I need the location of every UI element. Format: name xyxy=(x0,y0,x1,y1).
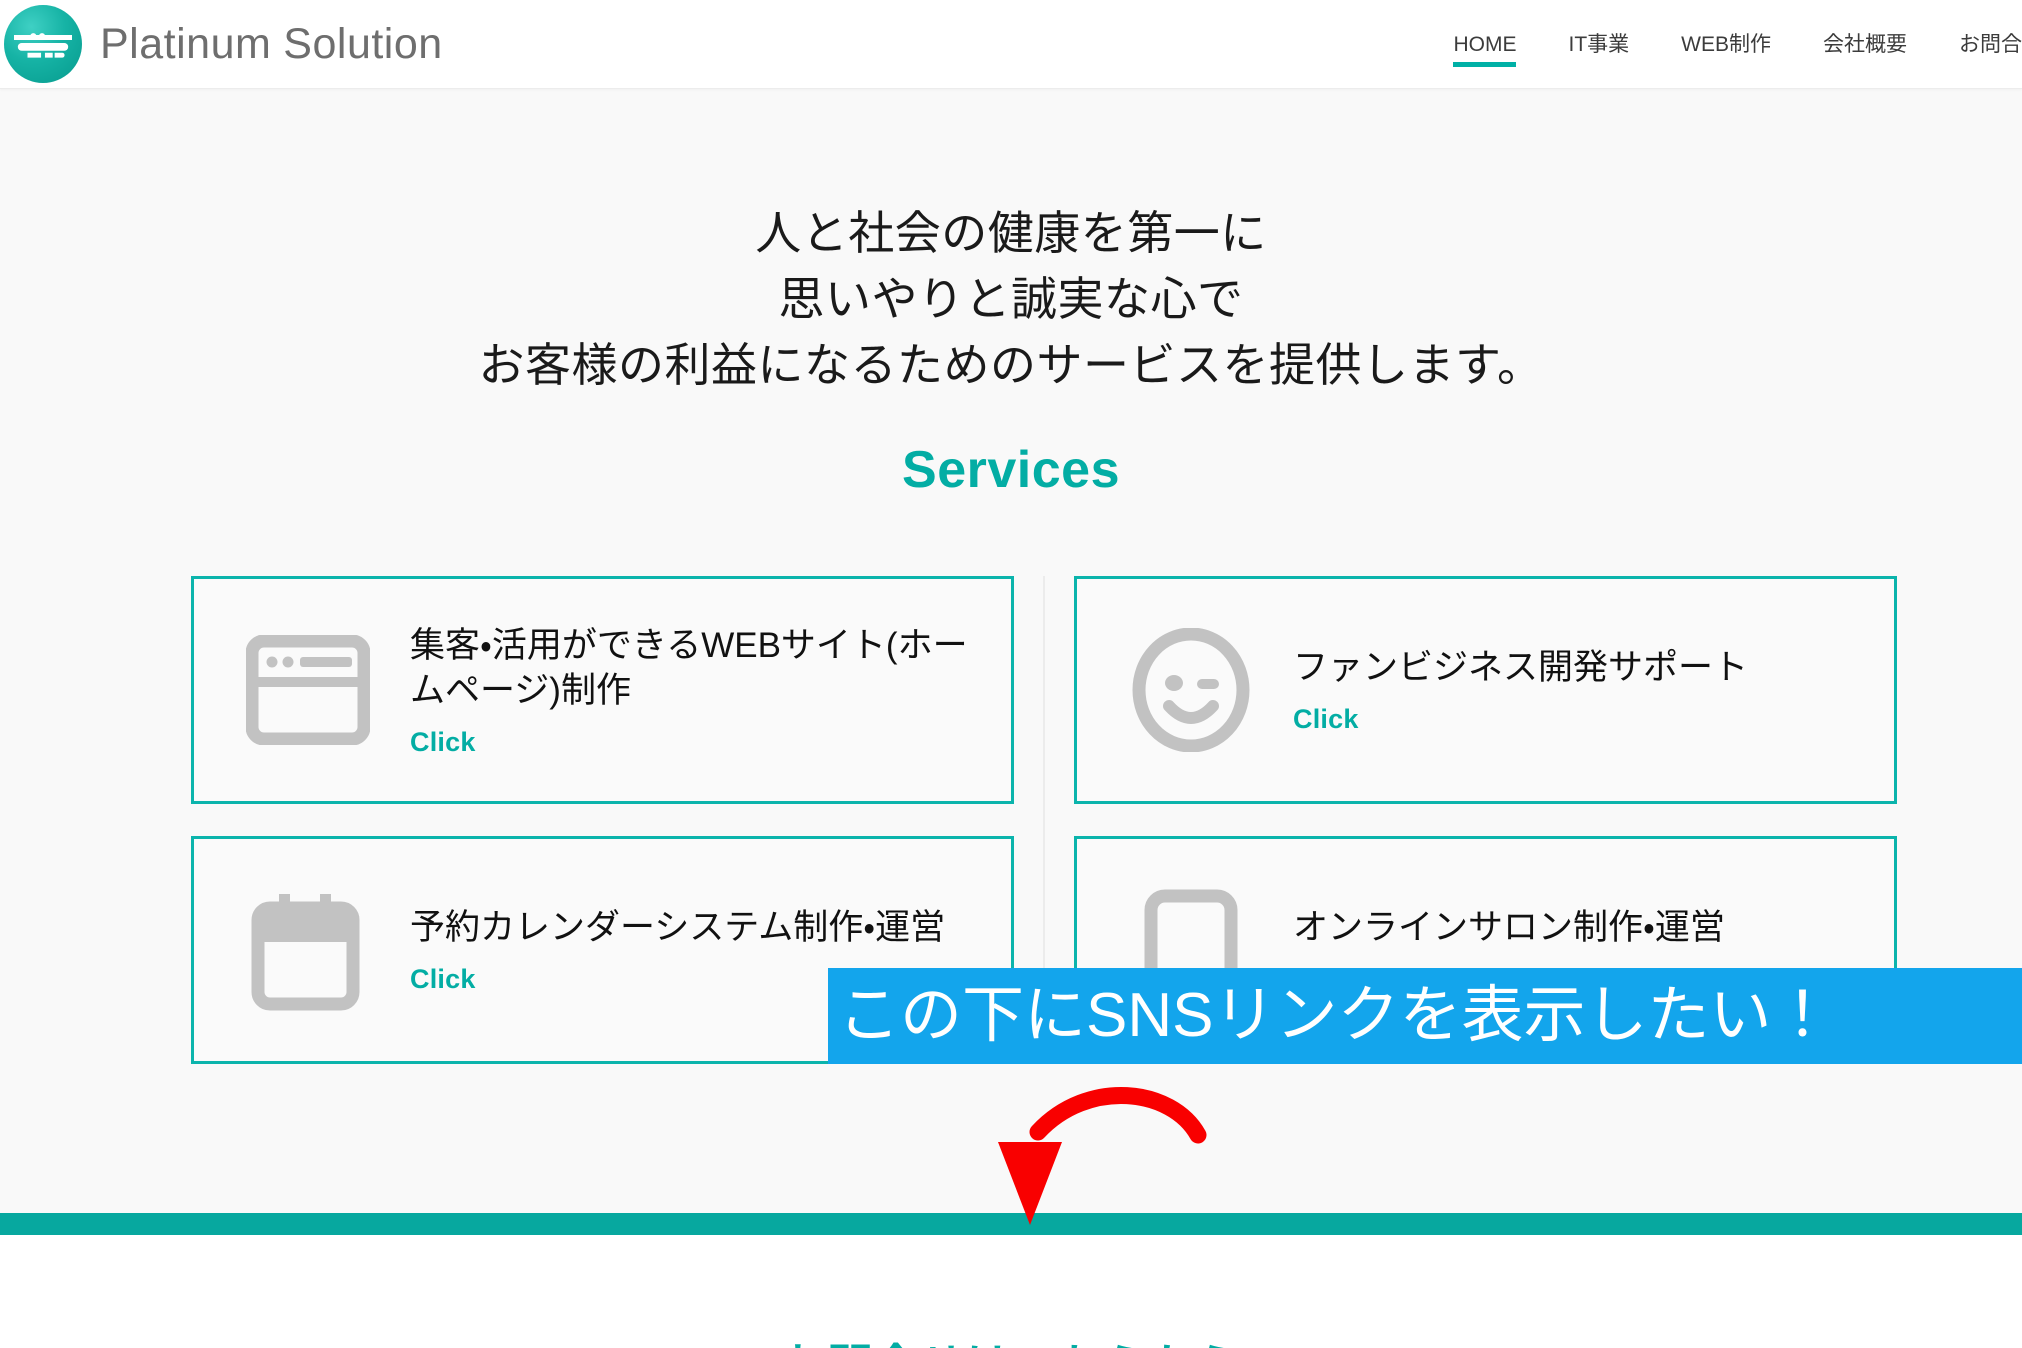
annotation-banner: この下にSNSリンクを表示したい！ xyxy=(828,968,2022,1064)
service-card-fan-business[interactable]: ファンビジネス開発サポート Click xyxy=(1074,576,1897,804)
calendar-icon xyxy=(246,888,370,1012)
page-root: Platinum Solution HOME IT事業 WEB制作 会社概要 お問… xyxy=(0,0,2022,1348)
annotation-text: この下にSNSリンクを表示したい！ xyxy=(838,981,1834,1050)
browser-window-icon xyxy=(246,628,370,752)
service-card-title: 集客・活用ができるWEBサイト(ホームページ)制作 xyxy=(410,625,968,710)
site-header: Platinum Solution HOME IT事業 WEB制作 会社概要 お問… xyxy=(0,0,2022,89)
brand-name-primary: Platinum xyxy=(100,19,272,68)
nav-item-company[interactable]: 会社概要 xyxy=(1797,0,1933,89)
pls-logo-glyph xyxy=(4,5,82,83)
hero-line-1: 人と社会の健康を第一に xyxy=(755,207,1267,259)
hero-section: 人と社会の健康を第一に 思いやりと誠実な心で お客様の利益になるためのサービスを… xyxy=(0,200,2022,398)
service-card-title: ファンビジネス開発サポート xyxy=(1293,648,1749,687)
services-heading: Services xyxy=(902,441,1120,499)
service-card-title: オンラインサロン制作・運営 xyxy=(1293,908,1725,947)
curved-down-arrow-icon xyxy=(998,1086,1207,1225)
service-card-body: ファンビジネス開発サポート Click xyxy=(1293,645,1866,735)
winking-face-icon xyxy=(1129,628,1253,752)
nav-item-it[interactable]: IT事業 xyxy=(1542,0,1655,89)
teal-separator-bar xyxy=(0,1213,2022,1235)
nav-item-home[interactable]: HOME xyxy=(1427,0,1542,89)
footer-heading: お問合せはこちらから xyxy=(0,1330,2022,1348)
nav-item-web[interactable]: WEB制作 xyxy=(1655,0,1797,89)
service-card-web-site[interactable]: 集客・活用ができるWEBサイト(ホームページ)制作 Click xyxy=(191,576,1014,804)
pls-circle-logo-icon xyxy=(4,5,82,83)
nav-item-contact[interactable]: お問合 xyxy=(1933,0,2022,89)
service-card-body: 集客・活用ができるWEBサイト(ホームページ)制作 Click xyxy=(410,623,983,758)
brand-name: Platinum Solution xyxy=(100,20,443,69)
main-navigation: HOME IT事業 WEB制作 会社概要 お問合 xyxy=(1427,0,2022,89)
hero-line-2: 思いやりと誠実な心で xyxy=(778,273,1244,325)
brand-name-secondary: Solution xyxy=(283,19,443,68)
hero-line-3: お客様の利益になるためのサービスを提供します。 xyxy=(478,339,1544,391)
service-card-title: 予約カレンダーシステム制作・運営 xyxy=(410,908,946,947)
service-card-click-link[interactable]: Click xyxy=(410,727,983,758)
service-card-click-link[interactable]: Click xyxy=(1293,704,1866,735)
brand-logo[interactable]: Platinum Solution xyxy=(0,5,443,83)
